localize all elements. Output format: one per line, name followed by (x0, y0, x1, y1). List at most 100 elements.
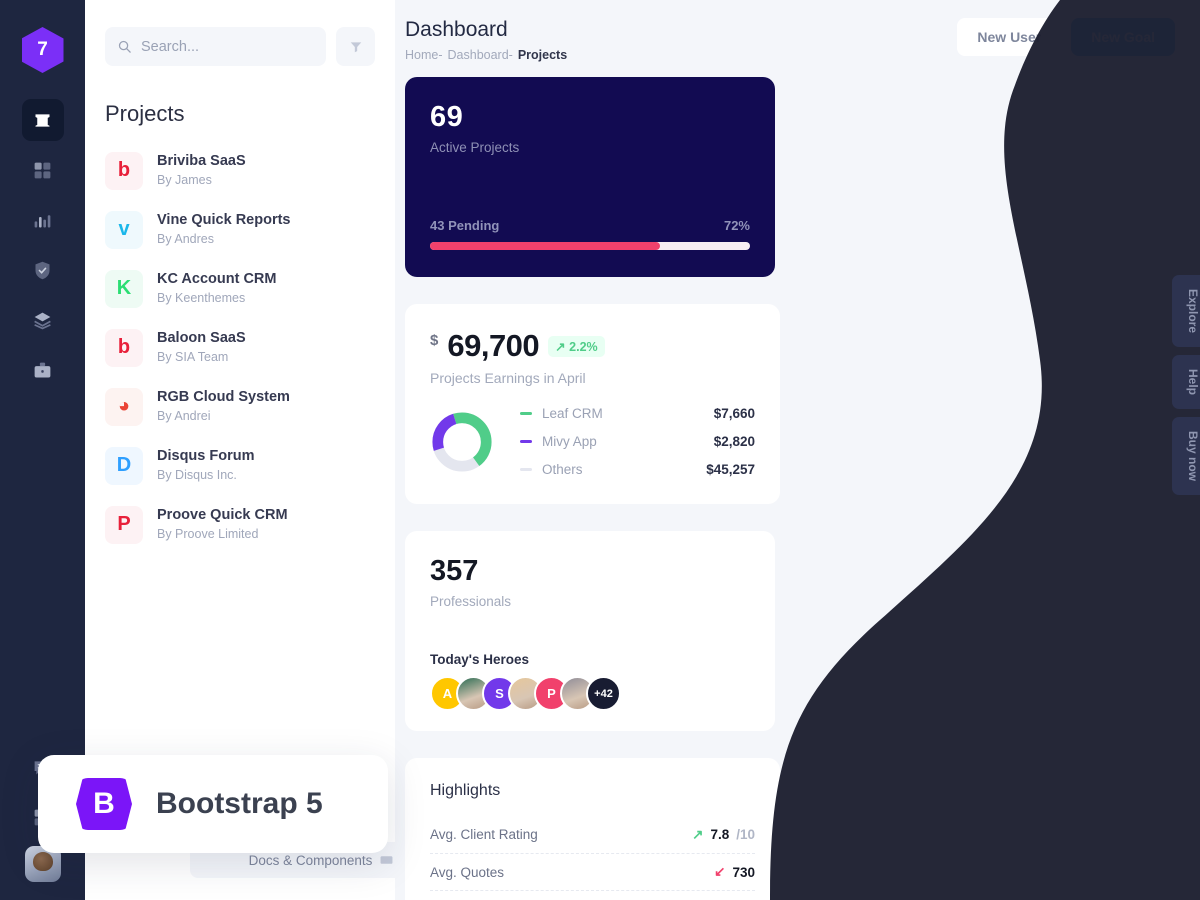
legend-amounts: $7,660 $2,820 $45,257 (706, 406, 755, 477)
rail-item-cube[interactable] (21, 99, 64, 141)
highlight-label: Avg. Client Rating (430, 827, 538, 842)
progress-percent: 72% (723, 218, 750, 233)
professionals-label: Professionals (430, 594, 512, 609)
project-logo: P (105, 505, 143, 544)
list-item[interactable]: v Vine Quick Reports By Andres (105, 200, 375, 259)
earnings-subtitle: Projects Earnings in April (430, 370, 586, 386)
funnel-icon (350, 41, 361, 52)
active-projects-label: Active Projects (430, 140, 520, 155)
rail-item-briefcase[interactable] (22, 349, 64, 391)
legend-swatch (520, 468, 532, 471)
donut-chart (432, 411, 492, 472)
table-row: Avg. Agent Earnings ↗ $2,309 (430, 890, 755, 900)
highlights-title: Highlights (430, 782, 501, 799)
active-projects-card: 69 Active Projects 43 Pending 72% (405, 77, 775, 277)
page-title: Dashboard (405, 18, 508, 41)
search-input[interactable] (141, 38, 314, 55)
project-name: KC Account CRM (157, 270, 277, 287)
list-item[interactable]: K KC Account CRM By Keenthemes (105, 259, 375, 318)
legend-item: Leaf CRM (520, 406, 603, 421)
earnings-breakdown: Leaf CRM Mivy App Others $7,660 $2,820 $… (430, 406, 755, 477)
app-logo[interactable]: 7 (21, 27, 64, 73)
project-owner: By James (157, 173, 212, 188)
breadcrumb-item[interactable]: Home- (405, 48, 443, 62)
project-logo: K (105, 269, 143, 308)
app-logo-label: 7 (37, 39, 48, 60)
rail-item-security[interactable] (22, 249, 64, 291)
highlights-rows: Avg. Client Rating ↗ 7.8/10 Avg. Quotes … (430, 816, 755, 900)
donut-legend: Leaf CRM Mivy App Others (520, 406, 603, 477)
progress-track (430, 242, 750, 250)
list-item[interactable]: b Baloon SaaS By SIA Team (105, 318, 375, 377)
breadcrumb-item[interactable]: Dashboard- (448, 48, 513, 62)
earnings-value: 69,700 (447, 328, 540, 363)
highlights-card: Highlights Avg. Client Rating ↗ 7.8/10 A… (405, 758, 780, 900)
project-logo: b (105, 151, 143, 190)
project-owner: By Proove Limited (157, 527, 259, 542)
highlight-value: ↙ 730 (714, 864, 755, 880)
legend-label: Mivy App (542, 434, 597, 449)
professionals-card: 357 Professionals Today's Heroes A S P +… (405, 531, 775, 731)
active-projects-value: 69 (430, 101, 464, 133)
earnings-card: $ 69,700 ↗ 2.2% Projects Earnings in Apr… (405, 304, 780, 504)
rail-item-grid[interactable] (22, 149, 64, 191)
rail-item-layers[interactable] (22, 299, 64, 341)
list-item[interactable]: ◕ RGB Cloud System By Andrei (105, 377, 375, 436)
earnings-delta: 2.2% (569, 339, 598, 354)
bootstrap-logo-icon: B (76, 778, 132, 830)
briefcase-icon (34, 362, 51, 377)
header-actions: New User New Goal (957, 18, 1175, 56)
breadcrumb: Home- Dashboard- Projects (405, 48, 567, 62)
table-row: Avg. Quotes ↙ 730 (430, 853, 755, 890)
docs-components-label: Docs & Components (248, 852, 373, 868)
heroes-label: Today's Heroes (430, 652, 529, 667)
layers-icon (34, 312, 51, 329)
list-item[interactable]: P Proove Quick CRM By Proove Limited (105, 495, 375, 554)
rail-item-charts[interactable] (22, 199, 64, 241)
tab-explore[interactable]: Explore (1172, 275, 1200, 348)
search-box[interactable] (105, 27, 326, 66)
professionals-value: 357 (430, 555, 479, 587)
new-user-button[interactable]: New User (957, 18, 1062, 56)
search-icon (118, 40, 131, 53)
progress-labels: 43 Pending 72% (430, 218, 750, 233)
project-logo: D (105, 446, 143, 485)
legend-label: Leaf CRM (542, 406, 603, 421)
tab-help[interactable]: Help (1172, 355, 1200, 410)
side-tab-strip: Explore Help Buy now (1172, 275, 1200, 496)
page-header: Dashboard Home- Dashboard- Projects New … (395, 0, 1200, 62)
bootstrap-logo-letter: B (93, 787, 115, 820)
list-item[interactable]: D Disqus Forum By Disqus Inc. (105, 436, 375, 495)
project-logo: v (105, 210, 143, 249)
list-item[interactable]: b Briviba SaaS By James (105, 141, 375, 200)
shield-check-icon (35, 261, 50, 279)
highlight-label: Avg. Quotes (430, 864, 505, 880)
grid-icon (34, 162, 51, 178)
currency-symbol: $ (430, 332, 439, 349)
highlight-value: ↗ 7.8/10 (692, 826, 755, 843)
status-badge: ↗ 2.2% (548, 335, 605, 357)
tab-buy-now[interactable]: Buy now (1172, 417, 1200, 496)
legend-item: Mivy App (520, 434, 603, 449)
project-logo: ◕ (105, 387, 143, 426)
project-name: RGB Cloud System (157, 388, 290, 405)
project-logo: b (105, 328, 143, 367)
progress-fill (430, 242, 661, 250)
trend-down-icon: ↙ (714, 864, 726, 879)
rail-icon-group (21, 99, 64, 391)
avatar-overflow-count[interactable]: +42 (586, 676, 621, 711)
sidebar-title: Projects (105, 101, 185, 126)
filter-button[interactable] (336, 27, 375, 66)
new-goal-button[interactable]: New Goal (1071, 18, 1175, 56)
project-name: Proove Quick CRM (157, 506, 288, 523)
heroes-avatar-stack: A S P +42 (430, 676, 621, 711)
trend-up-icon: ↗ (692, 826, 704, 842)
bootstrap-promo-text: Bootstrap 5 (156, 787, 323, 820)
legend-item: Others (520, 462, 603, 477)
project-owner: By Andres (157, 232, 214, 247)
project-name: Baloon SaaS (157, 329, 246, 346)
earnings-headline: $ 69,700 ↗ 2.2% (430, 328, 755, 364)
cube-icon (35, 113, 50, 127)
project-name: Disqus Forum (157, 447, 255, 464)
app-root: 7 Search... Projects b Briviba SaaS By J… (0, 0, 1200, 900)
